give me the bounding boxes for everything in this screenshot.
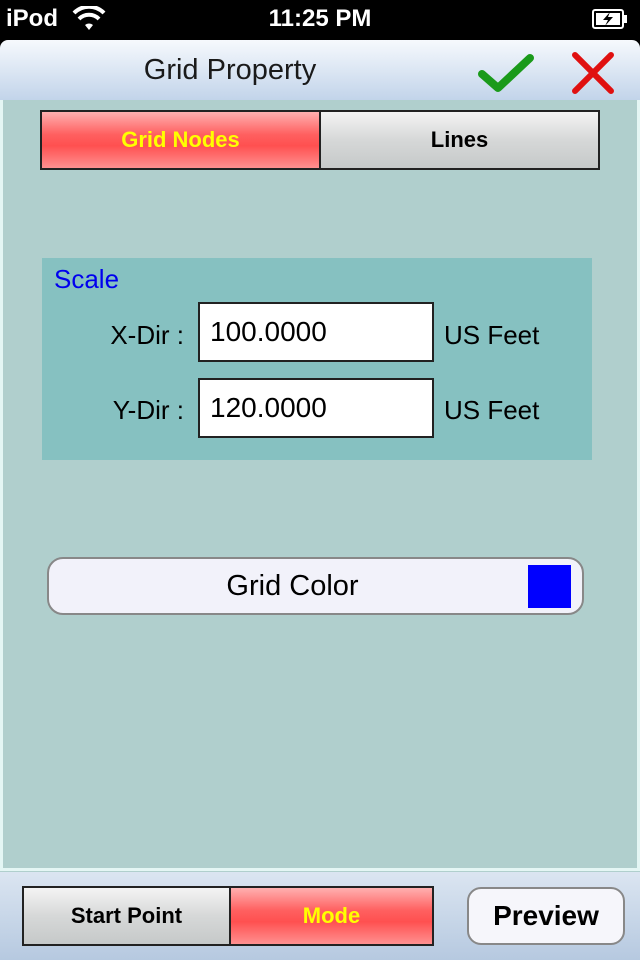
tab-mode[interactable]: Mode — [229, 888, 432, 944]
x-dir-label: X-Dir : — [110, 320, 184, 350]
y-dir-input[interactable] — [198, 378, 434, 438]
close-icon[interactable] — [570, 50, 616, 96]
tab-start-point[interactable]: Start Point — [24, 888, 229, 944]
grid-color-button[interactable]: Grid Color — [47, 557, 584, 615]
content-area — [0, 100, 640, 872]
status-time: 11:25 PM — [268, 5, 372, 32]
battery-charging-icon — [592, 9, 627, 29]
tab-lines-label: Lines — [430, 127, 489, 152]
preview-button-label: Preview — [493, 900, 599, 931]
tab-grid-nodes[interactable]: Grid Nodes — [42, 112, 319, 168]
tab-lines[interactable]: Lines — [319, 112, 598, 168]
preview-button[interactable]: Preview — [467, 887, 625, 945]
status-bar: iPod 11:25 PM — [0, 0, 640, 40]
x-dir-unit: US Feet — [444, 320, 540, 350]
tab-mode-label: Mode — [302, 903, 361, 928]
grid-tab-control: Grid Nodes Lines — [40, 110, 600, 170]
y-dir-unit: US Feet — [444, 395, 540, 425]
navigation-bar: Grid Property — [0, 40, 640, 100]
tab-start-point-label: Start Point — [70, 903, 183, 928]
x-dir-input[interactable] — [198, 302, 434, 362]
scale-title: Scale — [54, 264, 120, 294]
tab-grid-nodes-label: Grid Nodes — [121, 127, 240, 152]
scale-panel: Scale X-Dir : US Feet Y-Dir : US Feet — [42, 258, 592, 460]
y-dir-label: Y-Dir : — [112, 395, 184, 425]
grid-color-swatch — [528, 565, 571, 608]
checkmark-icon[interactable] — [478, 52, 534, 94]
page-title: Grid Property — [143, 54, 317, 86]
mode-tab-control: Start Point Mode — [22, 886, 434, 946]
grid-color-label: Grid Color — [226, 570, 359, 602]
